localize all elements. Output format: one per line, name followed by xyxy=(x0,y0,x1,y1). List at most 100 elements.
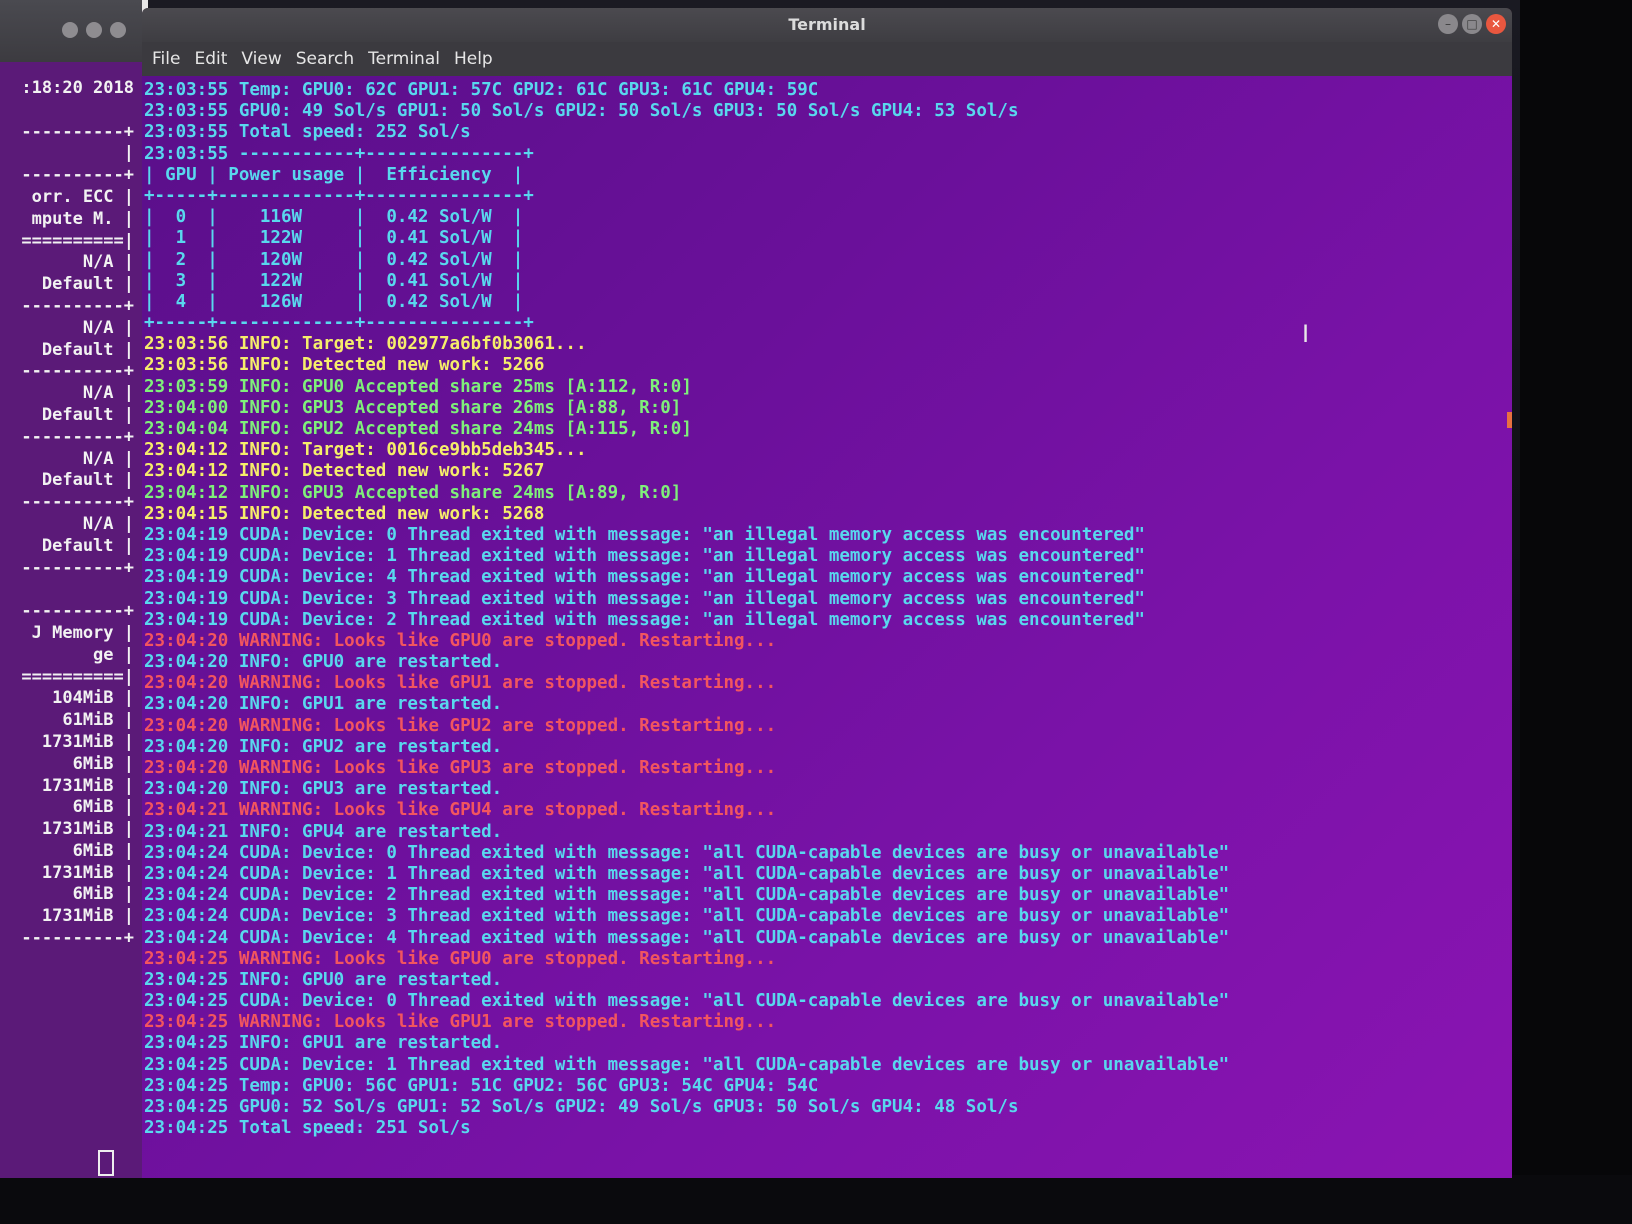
background-terminal-line: 6MiB | xyxy=(72,753,134,774)
terminal-line: | 3 | 122W | 0.41 Sol/W | xyxy=(144,270,524,291)
minimize-icon[interactable]: – xyxy=(1438,14,1458,34)
background-terminal-line: 1731MiB | xyxy=(41,775,134,796)
background-terminal-line: ----------+ xyxy=(21,295,134,316)
terminal-line: 23:04:24 CUDA: Device: 0 Thread exited w… xyxy=(144,842,1230,863)
background-terminal-line xyxy=(0,579,134,601)
terminal-line: 23:04:24 CUDA: Device: 4 Thread exited w… xyxy=(144,927,1230,948)
background-terminal-line: Default | xyxy=(41,404,134,425)
terminal-line: +-----+-------------+---------------+ xyxy=(144,185,534,206)
menu-file[interactable]: File xyxy=(142,42,187,76)
menu-help[interactable]: Help xyxy=(447,42,500,76)
text-cursor-icon xyxy=(98,1150,114,1176)
minimize-icon[interactable] xyxy=(62,22,78,38)
terminal-line: 23:03:55 GPU0: 49 Sol/s GPU1: 50 Sol/s G… xyxy=(144,101,1019,122)
terminal-line: 23:04:20 WARNING: Looks like GPU0 are st… xyxy=(144,630,777,651)
background-terminal-line: 1731MiB | xyxy=(41,731,134,752)
terminal-line: 23:04:21 INFO: GPU4 are restarted. xyxy=(144,821,503,842)
maximize-icon[interactable]: □ xyxy=(1462,14,1482,34)
terminal-line: 23:04:20 WARNING: Looks like GPU2 are st… xyxy=(144,715,777,736)
menu-edit[interactable]: Edit xyxy=(187,42,234,76)
background-terminal-line: 6MiB | xyxy=(72,884,134,905)
terminal-line: 23:04:25 INFO: GPU0 are restarted. xyxy=(144,969,503,990)
close-icon[interactable]: ✕ xyxy=(1486,14,1506,34)
background-terminal-line: N/A | xyxy=(82,513,134,534)
monitor-bottom xyxy=(0,1175,1632,1224)
background-terminal-line: ==========| xyxy=(21,666,134,687)
terminal-line: 23:04:25 WARNING: Looks like GPU0 are st… xyxy=(144,948,777,969)
background-terminal-output: :18:20 2018 ----------+ | ----------+ orr. E… xyxy=(0,78,134,950)
background-terminal-line: 1731MiB | xyxy=(41,906,134,927)
background-terminal-line: ----------+ xyxy=(21,121,134,142)
background-terminal-titlebar[interactable] xyxy=(0,0,142,62)
terminal-output-area[interactable]: 23:03:55 Temp: GPU0: 62C GPU1: 57C GPU2:… xyxy=(142,76,1512,1178)
terminal-line: | 2 | 120W | 0.42 Sol/W | xyxy=(144,249,524,270)
terminal-line: 23:04:19 CUDA: Device: 4 Thread exited w… xyxy=(144,567,1145,588)
terminal-line: 23:04:19 CUDA: Device: 0 Thread exited w… xyxy=(144,524,1145,545)
terminal-line: 23:04:25 INFO: GPU1 are restarted. xyxy=(144,1033,503,1054)
background-terminal-line: mpute M. | xyxy=(31,208,134,229)
menu-terminal[interactable]: Terminal xyxy=(361,42,447,76)
terminal-line: 23:04:20 WARNING: Looks like GPU1 are st… xyxy=(144,673,777,694)
background-terminal-line: Default | xyxy=(41,339,134,360)
menu-bar: File Edit View Search Terminal Help xyxy=(142,42,1512,76)
background-terminal-line: :18:20 2018 xyxy=(21,78,134,98)
terminal-line: 23:04:25 WARNING: Looks like GPU1 are st… xyxy=(144,1012,777,1033)
terminal-line: 23:04:00 INFO: GPU3 Accepted share 26ms … xyxy=(144,397,682,418)
terminal-line: 23:04:12 INFO: Target: 0016ce9bb5deb345.… xyxy=(144,440,587,461)
background-terminal-line: 1731MiB | xyxy=(41,819,134,840)
terminal-line: 23:04:25 GPU0: 52 Sol/s GPU1: 52 Sol/s G… xyxy=(144,1097,1019,1117)
terminal-line: 23:04:24 CUDA: Device: 3 Thread exited w… xyxy=(144,906,1230,927)
background-terminal-line: ----------+ xyxy=(21,557,134,578)
monitor-edge xyxy=(1520,0,1632,1224)
terminal-line: | 0 | 116W | 0.42 Sol/W | xyxy=(144,207,524,228)
terminal-line: 23:04:19 CUDA: Device: 1 Thread exited w… xyxy=(144,546,1145,567)
background-terminal-line: J Memory | xyxy=(31,622,134,643)
menu-search[interactable]: Search xyxy=(289,42,361,76)
terminal-line: 23:03:59 INFO: GPU0 Accepted share 25ms … xyxy=(144,376,692,397)
background-terminal-line xyxy=(0,100,134,122)
background-terminal-line: ----------+ xyxy=(21,601,134,622)
terminal-line: | 4 | 126W | 0.42 Sol/W | xyxy=(144,291,524,312)
terminal-line: 23:04:04 INFO: GPU2 Accepted share 24ms … xyxy=(144,419,692,439)
background-terminal-line: | xyxy=(123,143,134,164)
terminal-line: 23:03:55 Temp: GPU0: 62C GPU1: 57C GPU2:… xyxy=(144,80,819,100)
maximize-icon[interactable] xyxy=(86,22,102,38)
terminal-line: 23:04:24 CUDA: Device: 2 Thread exited w… xyxy=(144,885,1230,906)
background-terminal-line: N/A | xyxy=(82,252,134,273)
terminal-output: 23:03:55 Temp: GPU0: 62C GPU1: 57C GPU2:… xyxy=(144,80,1229,1139)
window-title: Terminal xyxy=(788,15,866,34)
terminal-line: 23:04:19 CUDA: Device: 3 Thread exited w… xyxy=(144,588,1145,609)
background-terminal-line: 104MiB | xyxy=(52,688,134,709)
background-terminal-line: Default | xyxy=(41,274,134,295)
background-terminal-line: ----------+ xyxy=(21,165,134,186)
terminal-line: +-----+-------------+---------------+ xyxy=(144,313,534,334)
terminal-line: 23:04:20 INFO: GPU1 are restarted. xyxy=(144,694,503,715)
background-terminal-line: N/A | xyxy=(82,317,134,338)
terminal-line: 23:03:55 -----------+---------------+ xyxy=(144,143,534,164)
background-terminal-line: ----------+ xyxy=(21,492,134,513)
background-terminal-line: ----------+ xyxy=(21,361,134,382)
terminal-line: 23:04:25 CUDA: Device: 1 Thread exited w… xyxy=(144,1054,1230,1075)
terminal-line: 23:03:56 INFO: Detected new work: 5266 xyxy=(144,355,545,376)
terminal-line: 23:04:24 CUDA: Device: 1 Thread exited w… xyxy=(144,863,1230,884)
scrollbar[interactable] xyxy=(1507,412,1512,428)
background-terminal-line: 61MiB | xyxy=(62,710,134,731)
terminal-line: 23:04:20 INFO: GPU3 are restarted. xyxy=(144,779,503,800)
background-terminal-line: ----------+ xyxy=(21,426,134,447)
terminal-line: 23:04:19 CUDA: Device: 2 Thread exited w… xyxy=(144,609,1145,630)
close-icon[interactable] xyxy=(110,22,126,38)
terminal-line: 23:04:21 WARNING: Looks like GPU4 are st… xyxy=(144,800,777,821)
terminal-line: 23:03:56 INFO: Target: 002977a6bf0b3061.… xyxy=(144,334,587,355)
background-terminal-line: Default | xyxy=(41,470,134,491)
background-terminal-window[interactable]: :18:20 2018 ----------+ | ----------+ orr. E… xyxy=(0,0,148,1178)
terminal-line: 23:04:12 INFO: Detected new work: 5267 xyxy=(144,461,545,482)
terminal-line: 23:04:20 INFO: GPU2 are restarted. xyxy=(144,736,503,757)
terminal-window[interactable]: Terminal – □ ✕ File Edit View Search Termina… xyxy=(142,8,1512,1178)
background-terminal-line: ge | xyxy=(93,644,134,665)
menu-view[interactable]: View xyxy=(234,42,288,76)
background-terminal-line: ----------+ xyxy=(21,928,134,949)
background-terminal-line: Default | xyxy=(41,535,134,556)
background-terminal-line: 6MiB | xyxy=(72,840,134,861)
terminal-line: | GPU | Power usage | Efficiency | xyxy=(144,164,524,185)
window-titlebar[interactable]: Terminal – □ ✕ xyxy=(142,8,1512,42)
